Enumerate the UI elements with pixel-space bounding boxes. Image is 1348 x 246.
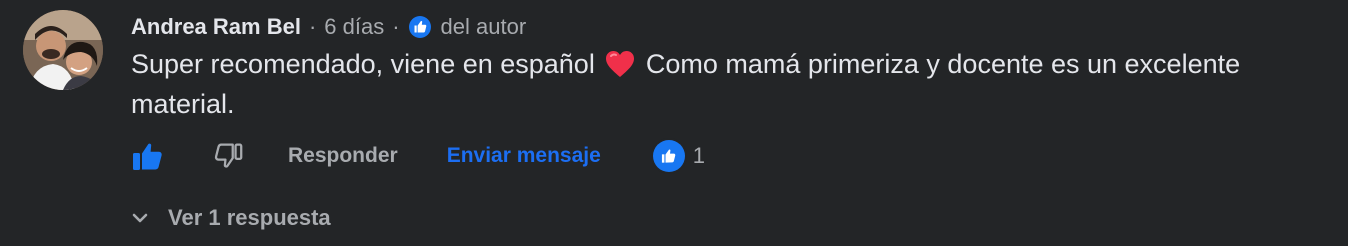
comment-text: Super recomendado, viene en español Como… xyxy=(131,44,1281,124)
meta-separator: · xyxy=(308,14,317,39)
meta-separator: · xyxy=(392,14,400,39)
chevron-down-icon xyxy=(132,213,148,223)
thumbs-up-badge-icon xyxy=(408,15,432,39)
heart-emoji-icon xyxy=(604,49,636,79)
thumbs-up-reaction-icon xyxy=(652,140,685,172)
reaction-summary[interactable]: 1 xyxy=(652,140,706,172)
comment-text-part-1: Super recomendado, viene en español xyxy=(131,49,595,79)
author-name[interactable]: Andrea Ram Bel xyxy=(131,14,301,40)
author-badge: del autor xyxy=(440,14,527,39)
dislike-button[interactable] xyxy=(208,136,248,176)
view-replies-label: Ver 1 respuesta xyxy=(168,205,331,230)
comment-time[interactable]: 6 días xyxy=(324,14,384,40)
thumbs-down-icon xyxy=(214,143,243,168)
send-message-button[interactable]: Enviar mensaje xyxy=(447,144,601,168)
thumbs-up-icon xyxy=(133,143,162,170)
comment-header: Andrea Ram Bel · 6 días · del autor xyxy=(131,12,526,42)
comment-actions: Responder Enviar mensaje 1 xyxy=(128,134,705,178)
reaction-count: 1 xyxy=(692,143,706,168)
avatar[interactable] xyxy=(23,10,103,90)
view-replies-button[interactable]: Ver 1 respuesta xyxy=(130,200,331,236)
reply-button[interactable]: Responder xyxy=(288,144,398,168)
avatar-photo xyxy=(23,10,103,90)
like-button[interactable] xyxy=(128,136,168,176)
